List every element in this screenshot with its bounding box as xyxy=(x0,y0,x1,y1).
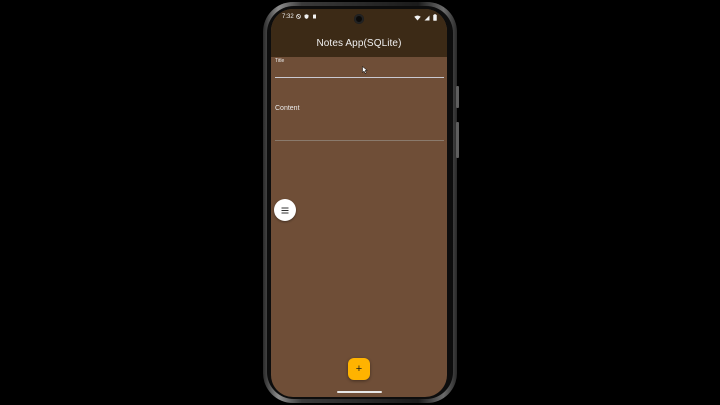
mouse-pointer-icon xyxy=(362,66,368,74)
sd-card-icon xyxy=(313,14,316,19)
shield-icon xyxy=(304,14,309,19)
signal-icon xyxy=(424,15,430,20)
status-icons-left xyxy=(296,14,317,19)
wifi-icon xyxy=(414,15,421,20)
phone-screen: 7:32 Notes App(SQLite) Title Content + xyxy=(271,9,447,397)
status-time: 7:32 xyxy=(282,14,294,20)
front-camera xyxy=(354,14,364,24)
battery-icon xyxy=(433,14,437,21)
status-bar: 7:32 xyxy=(271,9,447,29)
power-button xyxy=(456,86,459,108)
volume-button xyxy=(456,122,459,158)
title-field[interactable]: Title xyxy=(275,58,444,80)
title-field-label: Title xyxy=(275,58,285,64)
content-field-underline xyxy=(275,140,444,141)
add-note-button[interactable]: + xyxy=(348,358,370,380)
home-indicator[interactable] xyxy=(337,391,382,393)
content-field-label: Content xyxy=(275,105,300,112)
do-not-disturb-icon xyxy=(296,14,301,19)
app-bar: Notes App(SQLite) xyxy=(271,29,447,57)
menu-button[interactable] xyxy=(274,199,296,221)
app-title: Notes App(SQLite) xyxy=(316,37,402,49)
content-field[interactable]: Content xyxy=(275,105,444,141)
title-field-underline xyxy=(275,77,444,78)
stage: 7:32 Notes App(SQLite) Title Content + xyxy=(0,0,720,405)
status-icons-right xyxy=(414,14,437,21)
add-icon: + xyxy=(355,362,363,375)
menu-icon xyxy=(281,207,289,213)
